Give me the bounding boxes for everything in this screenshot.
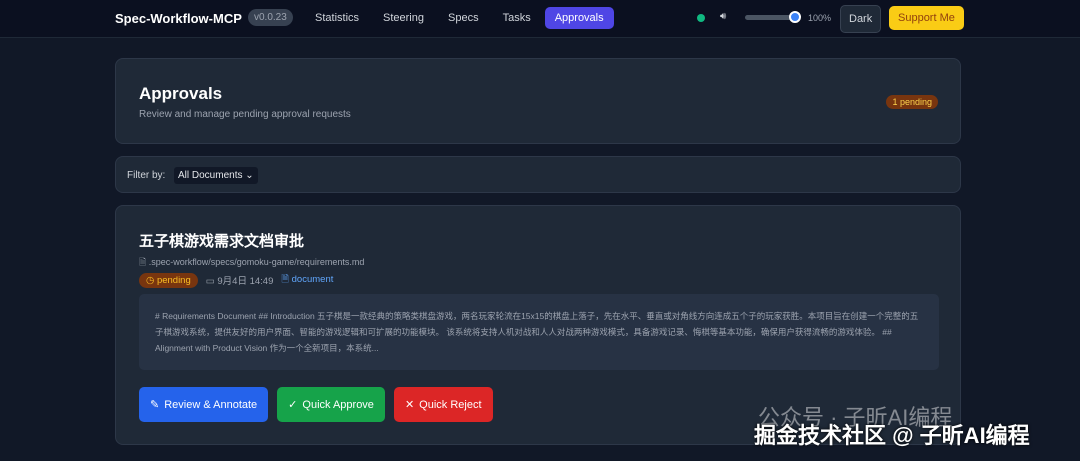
date-text: 9月4日 14:49 xyxy=(217,276,274,287)
volume-value: 100% xyxy=(808,13,832,23)
header-card: Approvals Review and manage pending appr… xyxy=(115,58,961,144)
approve-label: Quick Approve xyxy=(302,398,374,411)
filter-bar: Filter by: All Documents ⌄ xyxy=(115,156,961,193)
nav-links: Statistics Steering Specs Tasks Approval… xyxy=(305,7,614,29)
document-icon: 🗎 xyxy=(281,274,292,285)
calendar-icon: ▭ xyxy=(205,276,218,287)
file-path-text: .spec-workflow/specs/gomoku-game/require… xyxy=(148,257,365,267)
clock-icon: ◷ xyxy=(146,274,157,286)
type: 🗎 document xyxy=(281,272,333,288)
status-badge: ◷ pending xyxy=(139,272,198,288)
file-icon: 🗎 xyxy=(139,257,149,267)
quick-reject-button[interactable]: ✕ Quick Reject xyxy=(393,387,493,422)
volume-knob[interactable] xyxy=(789,11,801,23)
check-icon: ✓ xyxy=(288,399,298,411)
nav-specs[interactable]: Specs xyxy=(438,7,489,29)
version-badge: v0.0.23 xyxy=(248,9,293,26)
support-button[interactable]: Support Me xyxy=(889,6,964,30)
page-subtitle: Review and manage pending approval reque… xyxy=(139,109,351,120)
volume-slider[interactable] xyxy=(745,11,801,23)
date: ▭ 9月4日 14:49 xyxy=(206,273,274,287)
filter-select[interactable]: All Documents ⌄ xyxy=(174,167,258,184)
watermark-line2: 掘金技术社区 @ 子昕AI编程 xyxy=(754,423,1030,448)
review-label: Review & Annotate xyxy=(164,398,258,411)
top-nav: Spec-Workflow-MCP v0.0.23 Statistics Ste… xyxy=(0,0,1080,38)
speaker-icon[interactable]: 🔊︎ xyxy=(720,11,726,22)
nav-approvals[interactable]: Approvals xyxy=(544,7,614,29)
nav-tasks[interactable]: Tasks xyxy=(493,7,541,29)
type-text: document xyxy=(291,274,334,285)
filter-label: Filter by: xyxy=(127,170,166,181)
nav-statistics[interactable]: Statistics xyxy=(305,7,369,29)
content-preview: # Requirements Document ## Introduction … xyxy=(139,294,939,370)
nav-steering[interactable]: Steering xyxy=(373,7,434,29)
connection-status-icon xyxy=(697,14,705,22)
edit-icon: ✎ xyxy=(150,399,160,411)
page-title: Approvals xyxy=(139,84,223,103)
status-text: pending xyxy=(156,274,191,286)
approval-meta: ◷ pending ▭ 9月4日 14:49 🗎 document xyxy=(139,272,333,288)
reject-label: Quick Reject xyxy=(419,398,482,411)
file-path: 🗎 .spec-workflow/specs/gomoku-game/requi… xyxy=(139,255,364,271)
review-annotate-button[interactable]: ✎ Review & Annotate xyxy=(139,387,269,422)
x-icon: ✕ xyxy=(404,399,415,411)
quick-approve-button[interactable]: ✓ Quick Approve xyxy=(277,387,385,422)
theme-button[interactable]: Dark xyxy=(840,5,882,33)
approval-title: 五子棋游戏需求文档审批 xyxy=(139,233,305,250)
brand[interactable]: Spec-Workflow-MCP xyxy=(115,11,242,26)
pending-count-badge: 1 pending xyxy=(886,95,938,109)
